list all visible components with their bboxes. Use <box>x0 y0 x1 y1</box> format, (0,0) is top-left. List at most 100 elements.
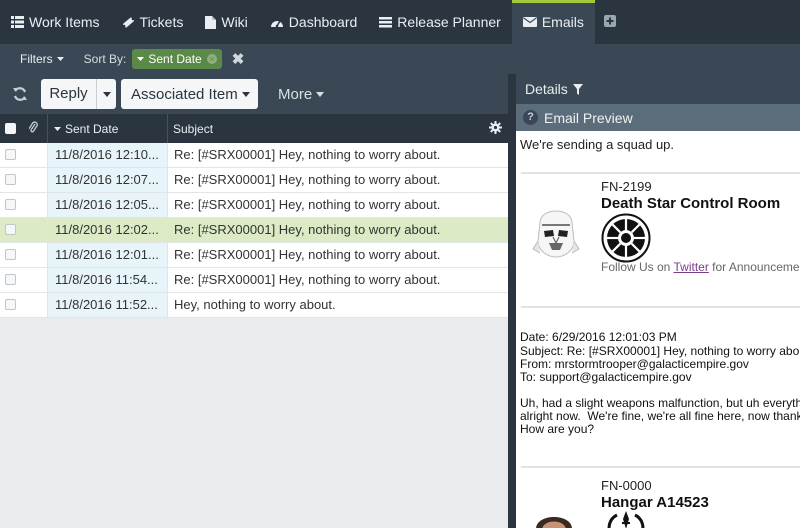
column-sent-date-label: Sent Date <box>65 121 119 136</box>
more-label: More <box>278 86 313 103</box>
pane-splitter[interactable] <box>508 74 516 528</box>
details-label: Details <box>525 81 568 97</box>
row-checkbox[interactable] <box>5 249 16 260</box>
sort-chip-label: Sent Date <box>148 52 202 66</box>
row-sent-date: 11/8/2016 12:05... <box>47 193 168 217</box>
email-preview-label: Email Preview <box>544 109 633 126</box>
signature-follow: Follow Us on Twitter for Announcements <box>601 260 800 274</box>
row-sent-date: 11/8/2016 12:02... <box>47 218 168 242</box>
table-row[interactable]: 11/8/2016 12:10... Re: [#SRX00001] Hey, n… <box>0 143 508 168</box>
reply-button[interactable]: Reply <box>41 79 116 109</box>
filter-bar: Filters Sort By: Sent Date × ✖ <box>0 44 800 74</box>
quoted-to: To: support@galacticempire.gov <box>520 370 692 384</box>
caret-down-icon <box>56 57 64 61</box>
sort-by-label: Sort By: <box>83 52 127 66</box>
main-nav: Work Items Tickets Wiki Dashboard Releas… <box>0 0 800 44</box>
email-preview-header[interactable]: ? Email Preview <box>516 104 800 131</box>
follow-suffix: for Announcements <box>712 260 800 274</box>
twitter-link[interactable]: Twitter <box>673 260 708 274</box>
table-row[interactable]: 11/8/2016 12:07... Re: [#SRX00001] Hey, n… <box>0 168 508 193</box>
rebel-emblem-icon <box>601 511 651 528</box>
associated-item-button[interactable]: Associated Item <box>121 79 258 109</box>
row-sent-date: 11/8/2016 11:54... <box>47 268 168 292</box>
tab-emails[interactable]: Emails <box>511 0 595 44</box>
plus-square-icon <box>603 14 616 30</box>
sort-desc-icon <box>54 126 61 131</box>
row-checkbox[interactable] <box>5 274 16 285</box>
table-row[interactable]: 11/8/2016 11:52... Hey, nothing to worry … <box>0 293 508 318</box>
tab-label: Dashboard <box>288 14 358 30</box>
imperial-emblem-icon <box>601 213 651 266</box>
row-sent-date: 11/8/2016 11:52... <box>47 293 168 317</box>
signature-code: FN-2199 <box>601 179 652 194</box>
paperclip-icon <box>28 121 38 137</box>
row-subject: Re: [#SRX00001] Hey, nothing to worry ab… <box>174 272 441 287</box>
reply-dropdown-toggle[interactable] <box>97 91 116 97</box>
table-row-selected[interactable]: 11/8/2016 12:02... Re: [#SRX00001] Hey, n… <box>0 218 508 243</box>
add-tab-button[interactable] <box>595 0 625 44</box>
signature-code: FN-0000 <box>601 478 652 493</box>
email-intro-text: We're sending a squad up. <box>520 137 675 152</box>
caret-down-icon <box>241 91 250 97</box>
pilot-avatar <box>530 507 578 528</box>
planner-icon <box>379 16 393 28</box>
row-checkbox[interactable] <box>5 224 16 235</box>
list-icon <box>11 16 24 28</box>
refresh-icon[interactable] <box>12 86 28 102</box>
tab-release-planner[interactable]: Release Planner <box>368 0 512 44</box>
more-menu-button[interactable]: More <box>278 86 325 103</box>
details-pane: Details ? Email Preview We're sending a … <box>516 74 800 528</box>
row-subject: Re: [#SRX00001] Hey, nothing to worry ab… <box>174 172 441 187</box>
row-checkbox[interactable] <box>5 174 16 185</box>
gauge-icon <box>270 17 284 28</box>
stormtrooper-avatar <box>530 201 582 262</box>
follow-prefix: Follow Us on <box>601 260 674 274</box>
column-subject[interactable]: Subject <box>173 122 213 136</box>
caret-down-icon <box>316 92 325 97</box>
ticket-icon <box>122 16 135 29</box>
tab-label: Wiki <box>221 14 248 30</box>
details-header[interactable]: Details <box>516 74 800 104</box>
gear-icon[interactable] <box>489 121 502 137</box>
help-icon[interactable]: ? <box>523 110 538 125</box>
divider <box>521 172 800 174</box>
associated-item-label: Associated Item <box>131 85 238 103</box>
select-all-checkbox[interactable] <box>5 123 16 134</box>
divider <box>521 306 800 308</box>
signature-title: Death Star Control Room <box>601 195 781 212</box>
envelope-icon <box>522 17 537 27</box>
grid-header: Sent Date Subject <box>0 114 508 143</box>
sort-chip[interactable]: Sent Date × <box>132 49 222 69</box>
row-subject: Re: [#SRX00001] Hey, nothing to worry ab… <box>174 147 441 162</box>
tab-dashboard[interactable]: Dashboard <box>259 0 369 44</box>
row-subject: Re: [#SRX00001] Hey, nothing to worry ab… <box>174 197 441 212</box>
tab-label: Tickets <box>139 14 184 30</box>
clear-filters-button[interactable]: ✖ <box>232 50 245 68</box>
email-list-pane: Reply Associated Item More Sent Date Sub… <box>0 74 508 528</box>
tab-work-items[interactable]: Work Items <box>0 0 111 44</box>
row-checkbox[interactable] <box>5 199 16 210</box>
row-checkbox[interactable] <box>5 299 16 310</box>
table-row[interactable]: 11/8/2016 11:54... Re: [#SRX00001] Hey, n… <box>0 268 508 293</box>
table-row[interactable]: 11/8/2016 12:05... Re: [#SRX00001] Hey, n… <box>0 193 508 218</box>
row-subject: Re: [#SRX00001] Hey, nothing to worry ab… <box>174 247 441 262</box>
divider <box>521 466 800 468</box>
remove-sort-icon[interactable]: × <box>206 54 217 64</box>
email-rows: 11/8/2016 12:10... Re: [#SRX00001] Hey, n… <box>0 143 508 318</box>
row-sent-date: 11/8/2016 12:10... <box>47 143 168 167</box>
row-checkbox[interactable] <box>5 149 16 160</box>
tab-tickets[interactable]: Tickets <box>111 0 195 44</box>
tab-label: Release Planner <box>397 14 501 30</box>
caret-down-icon <box>137 57 145 61</box>
tab-wiki[interactable]: Wiki <box>194 0 258 44</box>
filters-dropdown[interactable]: Filters <box>20 52 64 66</box>
reply-button-label: Reply <box>41 79 97 109</box>
filters-label: Filters <box>20 52 53 66</box>
document-icon <box>205 15 217 29</box>
row-sent-date: 11/8/2016 12:01... <box>47 243 168 267</box>
column-sent-date[interactable]: Sent Date <box>47 114 168 143</box>
table-row[interactable]: 11/8/2016 12:01... Re: [#SRX00001] Hey, n… <box>0 243 508 268</box>
signature-title: Hangar A14523 <box>601 494 709 511</box>
row-subject: Hey, nothing to worry about. <box>174 297 336 312</box>
filter-icon[interactable] <box>572 83 583 95</box>
